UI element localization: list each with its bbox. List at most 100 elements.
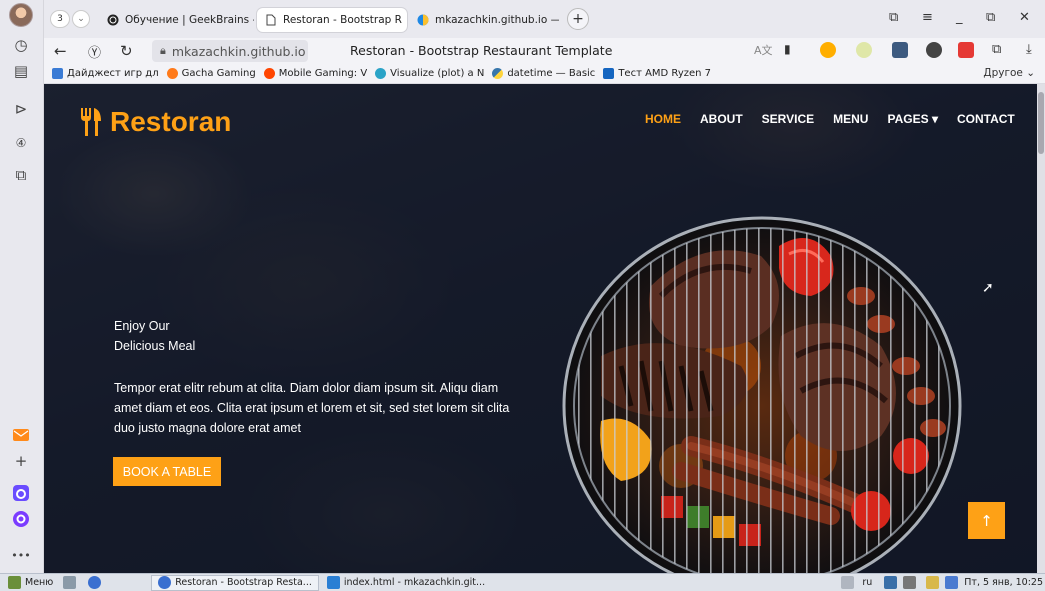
minimize-icon[interactable]: _ bbox=[956, 10, 963, 25]
page-viewport: Restoran HOME ABOUT SERVICE MENU PAGES ▾… bbox=[44, 84, 1037, 573]
start-menu-button[interactable]: Меню bbox=[8, 576, 53, 589]
tab-restoran[interactable]: Restoran - Bootstrap R × bbox=[257, 8, 407, 32]
utensils-icon bbox=[81, 108, 101, 136]
geekbrains-icon bbox=[107, 14, 119, 26]
show-desktop-icon[interactable] bbox=[63, 576, 77, 589]
url-field[interactable]: 🔒︎ mkazachkin.github.io bbox=[152, 40, 308, 62]
extension-icon-1[interactable] bbox=[820, 42, 836, 58]
screenshot-icon[interactable]: ⧉ bbox=[10, 164, 32, 186]
bookmark-label: Gacha Gaming bbox=[181, 68, 256, 79]
tab-geekbrains[interactable]: Обучение | GeekBrains - bbox=[99, 8, 254, 32]
counter-icon[interactable]: ④ bbox=[10, 132, 32, 154]
restore-icon[interactable]: ⧉ bbox=[986, 10, 995, 25]
new-tab-button[interactable]: + bbox=[567, 8, 589, 30]
system-tray-icon[interactable] bbox=[884, 576, 898, 589]
bookmark-item[interactable]: datetime — Basic bbox=[492, 68, 595, 79]
more-icon[interactable]: ••• bbox=[10, 544, 32, 566]
bookmark-item[interactable]: Mobile Gaming: V bbox=[263, 68, 367, 79]
scrollbar-thumb[interactable] bbox=[1038, 92, 1044, 154]
bookmark-icon[interactable]: ▮ bbox=[784, 42, 791, 56]
address-bar: ← Ⓨ ↻ 🔒︎ mkazachkin.github.io Restoran -… bbox=[44, 38, 1045, 64]
tab-github[interactable]: mkazachkin.github.io — ∃ bbox=[409, 8, 559, 32]
back-to-top-button[interactable]: ↑ bbox=[968, 502, 1005, 539]
network-icon[interactable] bbox=[841, 576, 855, 589]
nav-about[interactable]: ABOUT bbox=[700, 112, 743, 126]
bookmark-item[interactable]: Visualize (plot) a N bbox=[375, 68, 484, 79]
extension-icon-5[interactable] bbox=[958, 42, 974, 58]
bookmark-label: Тест AMD Ryzen 7 bbox=[618, 68, 712, 79]
browser-launcher-icon[interactable] bbox=[88, 576, 102, 589]
bookmark-label: datetime — Basic bbox=[507, 68, 596, 79]
reload-icon[interactable]: ↻ bbox=[120, 42, 133, 60]
hero-text: Enjoy Our Delicious Meal Tempor erat eli… bbox=[114, 316, 514, 438]
tab-strip: 3 ⌄ Обучение | GeekBrains - Restoran - B… bbox=[44, 0, 1045, 38]
mouse-cursor: ➚ bbox=[982, 280, 994, 296]
bookmark-item[interactable]: Тест AMD Ryzen 7 bbox=[603, 68, 711, 79]
tab-label: Restoran - Bootstrap R bbox=[283, 14, 402, 26]
nav-service[interactable]: SERVICE bbox=[762, 112, 814, 126]
taskbar-window-label: Restoran - Bootstrap Resta... bbox=[175, 577, 312, 588]
clock[interactable]: Пт, 5 янв, 10:25 bbox=[964, 577, 1043, 588]
nav-contact[interactable]: CONTACT bbox=[957, 112, 1015, 126]
profile-avatar[interactable] bbox=[9, 3, 33, 27]
download-icon[interactable]: ⤓ bbox=[1026, 42, 1032, 57]
github-pages-icon bbox=[417, 14, 429, 26]
clipboard-icon[interactable] bbox=[926, 576, 940, 589]
menu-icon[interactable]: ≡ bbox=[922, 10, 933, 25]
bookmarks-bar: Дайджест игр дл Gacha Gaming Mobile Gami… bbox=[44, 64, 1045, 84]
bookmark-label: Дайджест игр дл bbox=[67, 68, 159, 79]
hero-heading-line2: Delicious Meal bbox=[114, 339, 196, 353]
bookmark-item[interactable]: Дайджест игр дл bbox=[52, 68, 159, 79]
bookmark-icon bbox=[375, 68, 387, 79]
nav-menu[interactable]: MENU bbox=[833, 112, 868, 126]
hero-heading-line1: Enjoy Our bbox=[114, 319, 170, 333]
brand-name: Restoran bbox=[110, 106, 232, 137]
keyboard-layout[interactable]: ru bbox=[862, 577, 872, 588]
chevron-down-icon[interactable]: ⌄ bbox=[72, 10, 90, 28]
main-nav: HOME ABOUT SERVICE MENU PAGES ▾ CONTACT bbox=[645, 112, 1015, 126]
tab-label: mkazachkin.github.io — ∃ bbox=[435, 14, 559, 26]
url-text: mkazachkin.github.io bbox=[171, 43, 306, 59]
browser-icon bbox=[158, 576, 172, 589]
translate-icon[interactable]: A文 bbox=[754, 42, 773, 58]
share-icon[interactable]: ⧉ bbox=[992, 42, 1001, 57]
volume-icon[interactable] bbox=[903, 576, 917, 589]
python-icon bbox=[492, 68, 504, 79]
alice-icon[interactable] bbox=[10, 508, 32, 530]
app-icon-a[interactable] bbox=[10, 482, 32, 504]
history-icon[interactable]: ◷ bbox=[10, 34, 32, 56]
tab-count-badge[interactable]: 3 bbox=[50, 10, 70, 28]
taskbar-window-editor[interactable]: index.html - mkazachkin.git... bbox=[326, 576, 486, 589]
vscode-icon bbox=[326, 576, 340, 589]
mail-icon[interactable] bbox=[10, 424, 32, 446]
back-icon[interactable]: ← bbox=[54, 42, 67, 60]
page-icon bbox=[266, 14, 276, 26]
bookmark-item[interactable]: Gacha Gaming bbox=[166, 68, 256, 79]
tab-label: Обучение | GeekBrains - bbox=[125, 14, 254, 26]
extension-icon-4[interactable] bbox=[926, 42, 942, 58]
bookmark-icon bbox=[603, 68, 615, 79]
nav-pages[interactable]: PAGES ▾ bbox=[887, 112, 937, 126]
grill-image bbox=[561, 216, 963, 573]
bookmark-icon bbox=[52, 68, 63, 79]
tab-collections-icon[interactable]: ⧉ bbox=[889, 10, 898, 25]
nav-home[interactable]: HOME bbox=[645, 112, 681, 126]
book-table-button[interactable]: BOOK A TABLE bbox=[113, 457, 221, 486]
other-bookmarks[interactable]: Другое ⌄ bbox=[983, 67, 1035, 79]
os-taskbar: Меню Restoran - Bootstrap Resta... index… bbox=[0, 573, 1045, 591]
browser-side-panel: ◷ ▤ ⊳ ④ ⧉ + ••• bbox=[0, 0, 44, 573]
taskbar-window-label: index.html - mkazachkin.git... bbox=[343, 577, 486, 588]
bookmark-icon bbox=[166, 68, 178, 79]
add-panel-icon[interactable]: + bbox=[10, 450, 32, 472]
notes-icon[interactable]: ▤ bbox=[10, 60, 32, 82]
yandex-icon[interactable]: Ⓨ bbox=[88, 42, 101, 61]
taskbar-window-browser[interactable]: Restoran - Bootstrap Resta... bbox=[151, 574, 319, 591]
site-logo[interactable]: Restoran bbox=[80, 106, 231, 138]
play-icon[interactable]: ⊳ bbox=[10, 98, 32, 120]
display-icon[interactable] bbox=[945, 576, 959, 589]
close-window-icon[interactable]: ✕ bbox=[1019, 10, 1030, 25]
extension-icon-2[interactable] bbox=[856, 42, 872, 58]
mint-menu-icon bbox=[8, 576, 21, 589]
extension-icon-3[interactable] bbox=[892, 42, 908, 58]
page-scrollbar[interactable] bbox=[1037, 84, 1045, 573]
